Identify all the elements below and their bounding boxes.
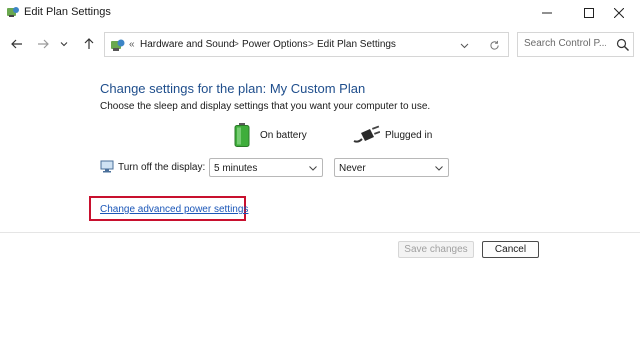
on-battery-label: On battery xyxy=(260,130,307,141)
turn-off-display-label: Turn off the display: xyxy=(118,162,206,173)
battery-icon xyxy=(234,123,250,147)
chevron-down-icon xyxy=(60,42,68,47)
save-changes-button[interactable]: Save changes xyxy=(398,241,474,258)
back-button[interactable] xyxy=(7,34,27,54)
search-box[interactable] xyxy=(517,32,634,57)
display-timeout-battery-select[interactable]: 5 minutes xyxy=(209,158,323,177)
power-plug-icon xyxy=(353,125,380,143)
plugged-in-label: Plugged in xyxy=(385,130,433,141)
breadcrumb-hardware-and-sound[interactable]: Hardware and Sound xyxy=(140,38,235,52)
title-bar: Edit Plan Settings xyxy=(0,0,640,26)
page-title: Change settings for the plan: My Custom … xyxy=(100,81,366,96)
breadcrumb-separator[interactable]: > xyxy=(308,38,314,52)
breadcrumb-separator[interactable]: > xyxy=(233,38,239,52)
chevron-down-icon xyxy=(435,166,443,171)
up-button[interactable] xyxy=(79,34,99,54)
search-icon xyxy=(616,38,629,51)
navigation-bar: « Hardware and Sound > Power Options > E… xyxy=(0,28,640,60)
display-timeout-plugged-select[interactable]: Never xyxy=(334,158,449,177)
arrow-up-icon xyxy=(84,38,94,49)
refresh-button[interactable] xyxy=(486,37,502,53)
minimize-icon xyxy=(542,12,552,14)
minimize-button[interactable] xyxy=(526,0,568,26)
breadcrumb-overflow[interactable]: « xyxy=(129,38,135,52)
selected-value: 5 minutes xyxy=(214,163,258,174)
breadcrumb-power-options[interactable]: Power Options xyxy=(242,38,308,52)
chevron-down-icon xyxy=(309,166,317,171)
window-title: Edit Plan Settings xyxy=(24,6,111,18)
arrow-right-icon xyxy=(38,39,49,49)
close-icon xyxy=(614,8,624,18)
recent-locations-button[interactable] xyxy=(57,34,71,54)
arrow-left-icon xyxy=(11,39,22,49)
maximize-icon xyxy=(584,8,594,18)
display-icon xyxy=(100,160,114,173)
chevron-down-icon xyxy=(460,43,468,48)
forward-button[interactable] xyxy=(33,34,53,54)
address-history-button[interactable] xyxy=(457,38,471,52)
selected-value: Never xyxy=(339,163,366,174)
page-description: Choose the sleep and display settings th… xyxy=(100,101,431,112)
footer-divider xyxy=(0,232,640,233)
refresh-icon xyxy=(489,40,499,50)
cancel-button[interactable]: Cancel xyxy=(482,241,539,258)
control-panel-icon xyxy=(7,7,19,17)
close-button[interactable] xyxy=(598,0,640,26)
search-input[interactable] xyxy=(524,38,606,49)
control-panel-icon xyxy=(111,39,125,51)
address-bar[interactable]: « Hardware and Sound > Power Options > E… xyxy=(104,32,509,57)
breadcrumb-edit-plan-settings[interactable]: Edit Plan Settings xyxy=(317,38,396,52)
advanced-power-settings-link[interactable]: Change advanced power settings xyxy=(100,203,248,216)
